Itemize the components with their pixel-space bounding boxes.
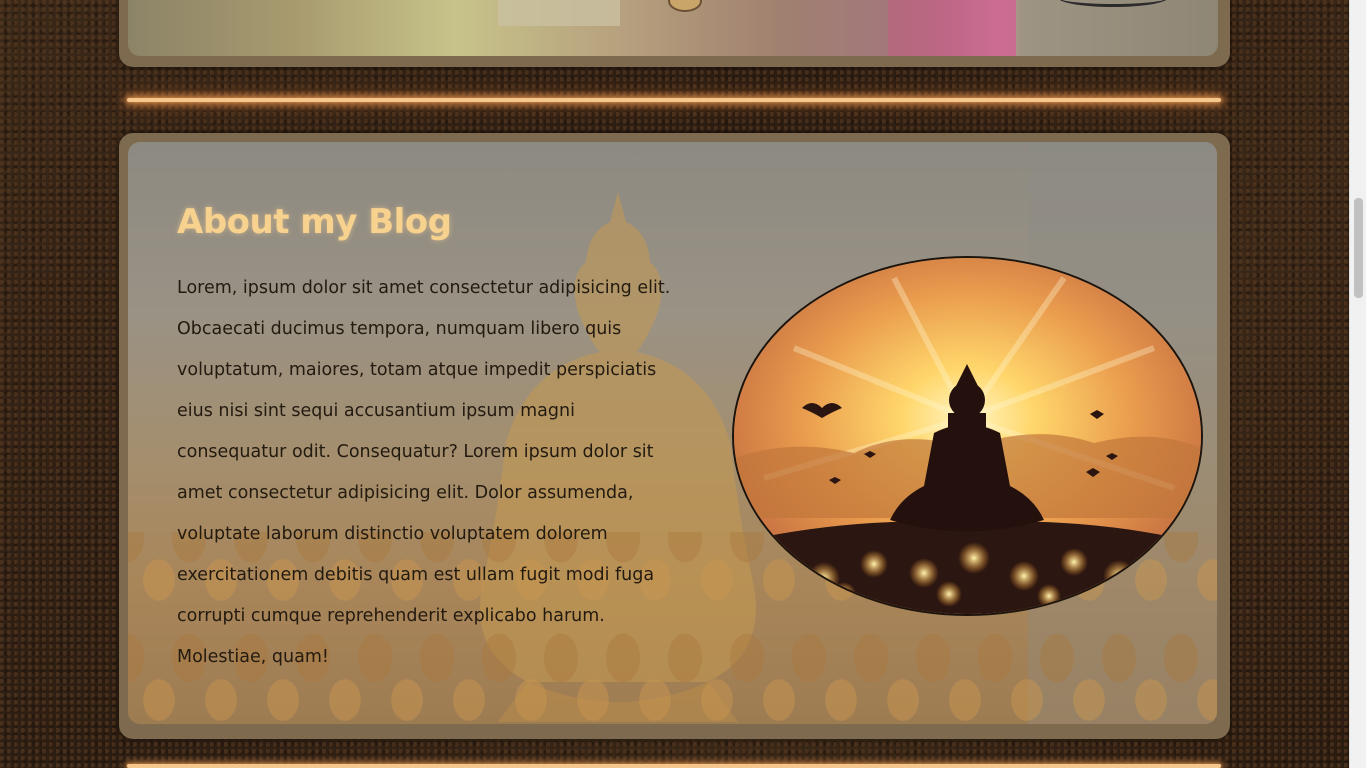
about-body-text: Lorem, ipsum dolor sit amet consectetur … <box>177 278 671 667</box>
previous-post-card <box>119 0 1230 67</box>
page-scrollbar[interactable] <box>1349 0 1366 768</box>
disc-shape <box>1058 0 1168 7</box>
paper-shape <box>498 0 620 26</box>
previous-post-image <box>128 0 1218 56</box>
meditating-buddha-image <box>732 256 1203 616</box>
watch-shape <box>668 0 702 12</box>
meditating-buddha-sunset-icon <box>734 258 1201 614</box>
section-divider-bottom <box>127 764 1221 768</box>
section-divider <box>127 98 1221 102</box>
pink-fabric-shape <box>888 0 1016 56</box>
scrollbar-thumb[interactable] <box>1354 198 1363 298</box>
about-title: About my Blog <box>177 202 452 242</box>
